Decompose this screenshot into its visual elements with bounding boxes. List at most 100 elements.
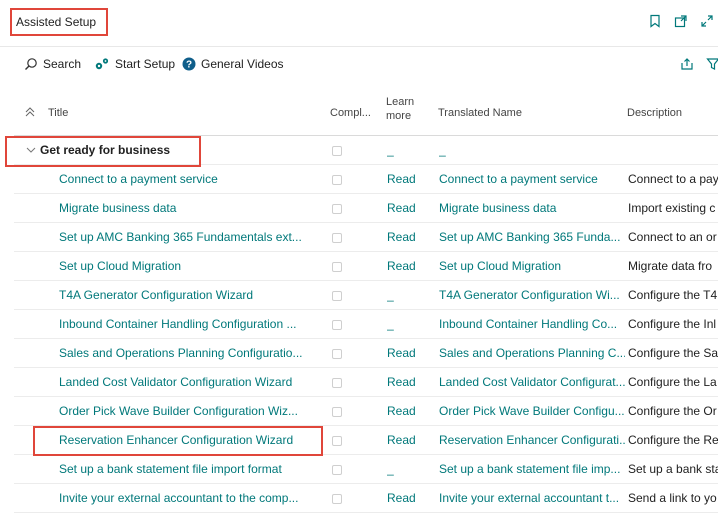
description-text: Configure the Re xyxy=(628,433,718,447)
setup-title-link[interactable]: Order Pick Wave Builder Configuration Wi… xyxy=(59,397,314,425)
completed-checkbox xyxy=(332,339,346,367)
learn-more-link[interactable]: Read xyxy=(387,397,427,425)
learn-more-link[interactable]: Read xyxy=(387,484,427,512)
completed-checkbox xyxy=(332,281,346,309)
learn-more-link[interactable]: _ xyxy=(387,281,427,309)
description-text: Import existing c xyxy=(628,201,716,215)
general-videos-button[interactable]: ? General Videos xyxy=(182,57,284,71)
table-row[interactable]: Set up AMC Banking 365 Fundamentals ext.… xyxy=(14,223,718,252)
setup-title-link[interactable]: Migrate business data xyxy=(59,194,314,222)
filter-icon[interactable] xyxy=(706,57,718,74)
action-bar: Search Start Setup ? General Videos xyxy=(0,46,718,80)
search-label: Search xyxy=(43,57,82,71)
translated-name-link[interactable]: Landed Cost Validator Configurat... xyxy=(439,368,625,396)
completed-checkbox xyxy=(332,455,346,483)
column-description[interactable]: Description xyxy=(627,107,682,119)
learn-more-link[interactable]: Read xyxy=(387,339,427,367)
learn-more-link[interactable]: Read xyxy=(387,368,427,396)
translated-name-link[interactable]: Reservation Enhancer Configurati... xyxy=(439,426,625,454)
table-row[interactable]: Set up Cloud Migration Read Set up Cloud M… xyxy=(14,252,718,281)
setup-title-link[interactable]: Sales and Operations Planning Configurat… xyxy=(59,339,314,367)
learn-more-link[interactable]: Read xyxy=(387,194,427,222)
setup-title-link[interactable]: Set up Cloud Migration xyxy=(59,252,314,280)
start-setup-button[interactable]: Start Setup xyxy=(94,57,175,71)
column-learn-more[interactable]: Learn more xyxy=(386,95,416,123)
description-text: Connect to a pay xyxy=(628,172,718,186)
group-row[interactable]: Get ready for business _ _ xyxy=(14,136,718,165)
completed-checkbox xyxy=(332,252,346,280)
general-videos-label: General Videos xyxy=(201,57,284,71)
title-icons xyxy=(648,14,714,28)
group-title: Get ready for business xyxy=(40,143,171,157)
description-text: Configure the Sa xyxy=(628,346,718,360)
translated-name-link[interactable]: Inbound Container Handling Co... xyxy=(439,310,625,338)
translated-name-link[interactable]: Set up AMC Banking 365 Funda... xyxy=(439,223,625,251)
table-row[interactable]: T4A Generator Configuration Wizard _ T4A G… xyxy=(14,281,718,310)
column-translated-name[interactable]: Translated Name xyxy=(438,107,522,119)
setup-title-link[interactable]: Inbound Container Handling Configuration… xyxy=(59,310,314,338)
completed-checkbox xyxy=(332,484,346,512)
learn-more-link[interactable]: Read xyxy=(387,426,427,454)
description-text: Configure the La xyxy=(628,375,717,389)
setup-title-link[interactable]: Set up AMC Banking 365 Fundamentals ext.… xyxy=(59,223,314,251)
translated-name-link[interactable]: Set up Cloud Migration xyxy=(439,252,625,280)
group-translated-name: _ xyxy=(439,143,446,157)
title-bar: Assisted Setup xyxy=(0,0,718,44)
table-row[interactable]: Landed Cost Validator Configuration Wiza… xyxy=(14,368,718,397)
completed-checkbox xyxy=(332,426,346,454)
table-row[interactable]: Reservation Enhancer Configuration Wizar… xyxy=(14,426,718,455)
description-text: Connect to an or xyxy=(628,230,717,244)
completed-checkbox xyxy=(332,194,346,222)
setup-title-link[interactable]: Invite your external accountant to the c… xyxy=(59,484,314,512)
description-text: Migrate data fro xyxy=(628,259,713,273)
description-text: Configure the Inl xyxy=(628,317,717,331)
table-row[interactable]: Migrate business data Read Migrate busines… xyxy=(14,194,718,223)
column-completed[interactable]: Compl... xyxy=(330,107,371,119)
completed-checkbox xyxy=(332,397,346,425)
learn-more-link[interactable]: Read xyxy=(387,165,427,193)
completed-checkbox xyxy=(332,165,346,193)
translated-name-link[interactable]: Order Pick Wave Builder Configu... xyxy=(439,397,625,425)
share-icon[interactable] xyxy=(680,57,694,74)
svg-text:?: ? xyxy=(186,60,192,71)
translated-name-link[interactable]: Set up a bank statement file imp... xyxy=(439,455,625,483)
learn-more-link[interactable]: Read xyxy=(387,252,427,280)
column-header-row: Title Compl... Learn more Translated Nam… xyxy=(14,90,718,136)
translated-name-link[interactable]: Invite your external accountant t... xyxy=(439,484,625,512)
completed-checkbox xyxy=(332,223,346,251)
table-row[interactable]: Set up a bank statement file import form… xyxy=(14,455,718,484)
setup-title-link[interactable]: Landed Cost Validator Configuration Wiza… xyxy=(59,368,314,396)
toolbar-right xyxy=(680,57,718,74)
setup-rows: Connect to a payment service Read Connect … xyxy=(14,165,718,513)
search-button[interactable]: Search xyxy=(24,57,81,71)
table-row[interactable]: Order Pick Wave Builder Configuration Wi… xyxy=(14,397,718,426)
setup-title-link[interactable]: Set up a bank statement file import form… xyxy=(59,455,314,483)
learn-more-link[interactable]: Read xyxy=(387,223,427,251)
table-row[interactable]: Sales and Operations Planning Configurat… xyxy=(14,339,718,368)
completed-checkbox xyxy=(332,310,346,338)
learn-more-link[interactable]: _ xyxy=(387,310,427,338)
table-row[interactable]: Inbound Container Handling Configuration… xyxy=(14,310,718,339)
table-row[interactable]: Connect to a payment service Read Connect … xyxy=(14,165,718,194)
translated-name-link[interactable]: Sales and Operations Planning C... xyxy=(439,339,625,367)
open-new-window-icon[interactable] xyxy=(674,14,688,28)
description-text: Configure the Or xyxy=(628,404,717,418)
expand-icon[interactable] xyxy=(700,14,714,28)
translated-name-link[interactable]: Migrate business data xyxy=(439,194,625,222)
setup-title-link[interactable]: Reservation Enhancer Configuration Wizar… xyxy=(59,426,314,454)
bookmark-icon[interactable] xyxy=(648,14,662,28)
group-learn-more: _ xyxy=(387,143,394,157)
gears-icon xyxy=(95,58,109,70)
setup-title-link[interactable]: T4A Generator Configuration Wizard xyxy=(59,281,314,309)
completed-checkbox xyxy=(332,136,346,164)
page-title: Assisted Setup xyxy=(10,8,108,36)
column-title[interactable]: Title xyxy=(48,107,68,119)
table-row[interactable]: Invite your external accountant to the c… xyxy=(14,484,718,513)
collapse-all-icon[interactable] xyxy=(24,106,36,121)
completed-checkbox xyxy=(332,368,346,396)
translated-name-link[interactable]: Connect to a payment service xyxy=(439,165,625,193)
setup-list: Title Compl... Learn more Translated Nam… xyxy=(14,90,718,513)
setup-title-link[interactable]: Connect to a payment service xyxy=(59,165,314,193)
translated-name-link[interactable]: T4A Generator Configuration Wi... xyxy=(439,281,625,309)
learn-more-link[interactable]: _ xyxy=(387,455,427,483)
